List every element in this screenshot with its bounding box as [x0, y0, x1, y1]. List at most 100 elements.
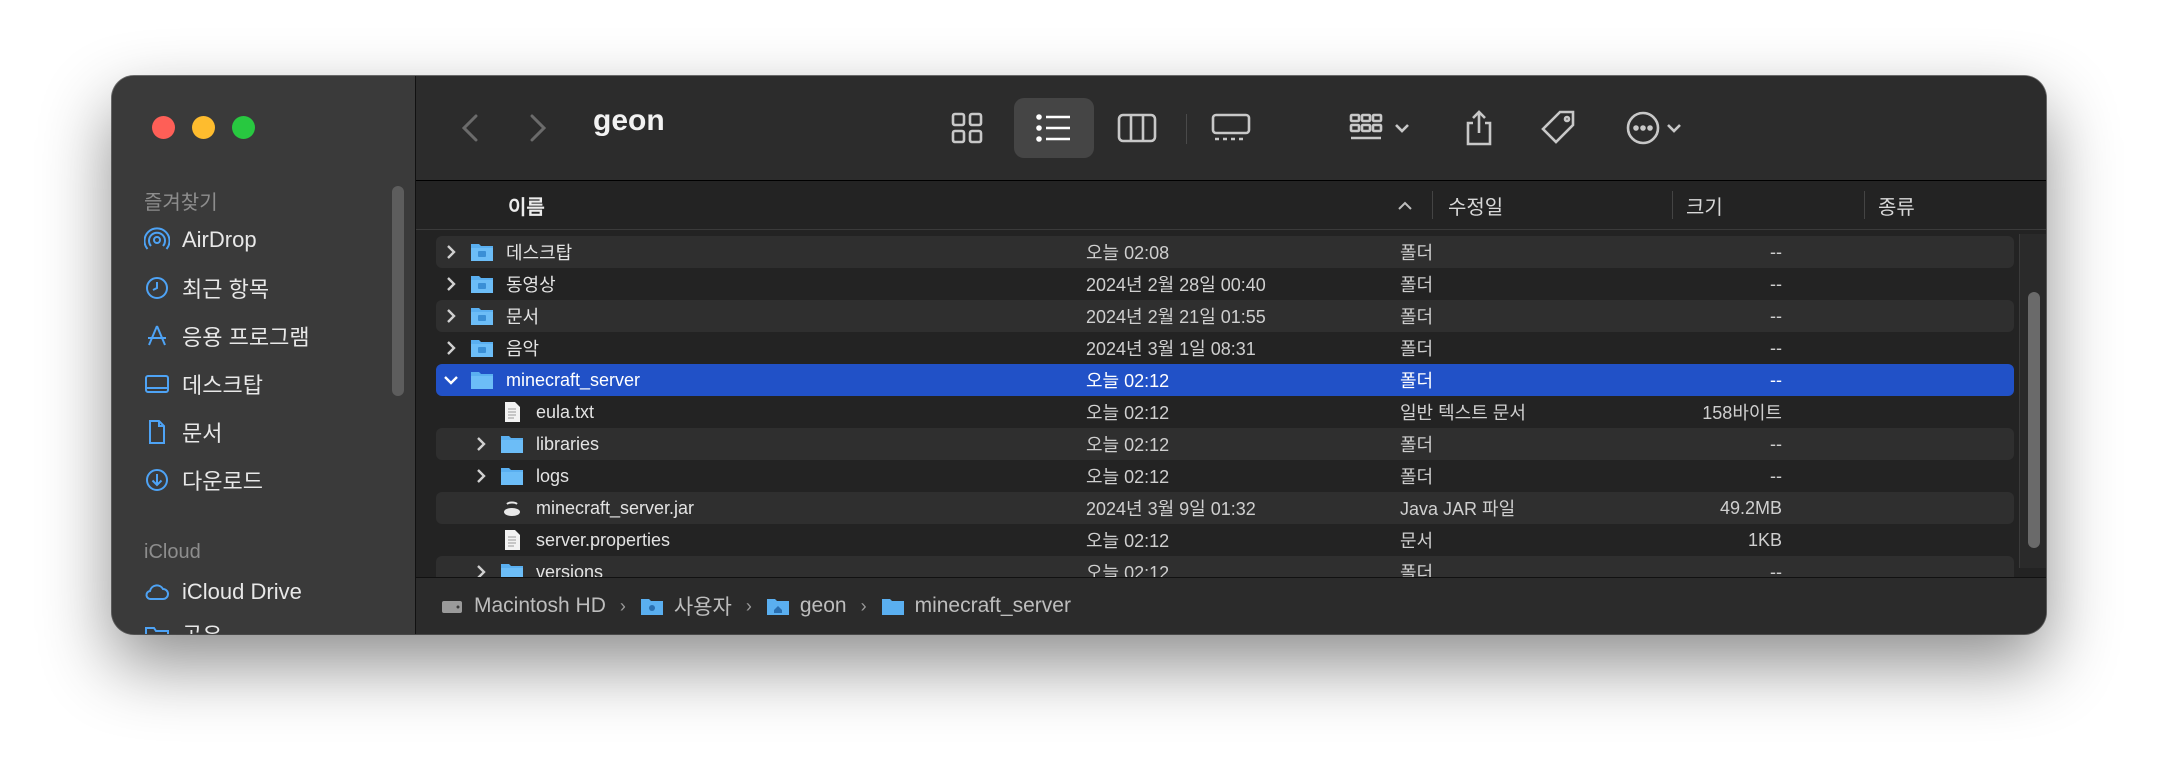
window-controls [152, 116, 255, 139]
table-row[interactable]: libraries 오늘 02:12 -- 폴더 [436, 428, 2014, 460]
date-cell: 오늘 02:12 [1086, 531, 1170, 551]
more-actions-button[interactable] [1616, 98, 1692, 158]
sidebar-item-label: 문서 [182, 421, 223, 446]
sidebar-item-downloads[interactable]: 다운로드 [144, 462, 263, 498]
disclosure-right-icon[interactable] [470, 465, 492, 487]
gallery-view-button[interactable] [1200, 98, 1262, 158]
date-cell: 오늘 02:08 [1086, 243, 1170, 263]
name-cell: server.properties [470, 524, 670, 556]
table-row[interactable]: logs 오늘 02:12 -- 폴더 [436, 460, 2014, 492]
date-cell: 오늘 02:12 [1086, 467, 1170, 487]
sidebar-item-label: 데스크탑 [182, 373, 263, 398]
column-header-size[interactable]: 크기 [1686, 181, 1723, 229]
name-cell: minecraft_server [440, 364, 640, 396]
column-header-name[interactable]: 이름 [508, 181, 545, 229]
kind-cell: 문서 [1400, 531, 1434, 551]
document-icon [149, 420, 165, 444]
disclosure-right-icon[interactable] [470, 433, 492, 455]
chevron-left-icon [461, 114, 478, 142]
close-button[interactable] [152, 116, 175, 139]
columns-icon [1117, 113, 1157, 143]
size-cell: -- [1770, 305, 1782, 326]
path-item-current[interactable]: minecraft_server [881, 594, 1071, 618]
table-row[interactable]: 동영상 2024년 2월 28일 00:40 -- 폴더 [436, 268, 2014, 300]
home-folder-icon [766, 599, 789, 615]
cloud-icon [145, 584, 169, 600]
kind-cell: 폴더 [1400, 467, 1434, 487]
tag-button[interactable] [1532, 98, 1586, 158]
window-title: geon [593, 104, 665, 137]
sidebar-item-documents[interactable]: 문서 [144, 414, 222, 450]
table-row[interactable]: eula.txt 오늘 02:12 158바이트 일반 텍스트 문서 [436, 396, 2014, 428]
kind-cell: 폴더 [1400, 339, 1434, 359]
folder-icon [500, 465, 524, 487]
table-row[interactable]: 음악 2024년 3월 1일 08:31 -- 폴더 [436, 332, 2014, 364]
file-name: 음악 [506, 339, 540, 359]
file-name: minecraft_server.jar [536, 497, 695, 518]
back-button[interactable] [454, 108, 490, 148]
text-file-icon [500, 529, 524, 551]
file-name: minecraft_server [506, 369, 641, 390]
list-view-button[interactable] [1014, 98, 1094, 158]
path-item-home[interactable]: geon [766, 594, 847, 618]
size-cell: -- [1770, 241, 1782, 262]
name-cell: libraries [470, 428, 599, 460]
minimize-button[interactable] [192, 116, 215, 139]
disclosure-right-icon[interactable] [440, 273, 462, 295]
column-divider[interactable] [1432, 191, 1433, 219]
text-file-icon [500, 401, 524, 423]
column-view-button[interactable] [1106, 98, 1168, 158]
chevron-down-icon [1395, 124, 1409, 133]
chevron-down-icon [1667, 124, 1681, 133]
column-header-kind[interactable]: 종류 [1878, 181, 1915, 229]
disclosure-down-icon[interactable] [440, 369, 462, 391]
disclosure-right-icon[interactable] [440, 241, 462, 263]
airdrop-icon [144, 227, 170, 250]
table-row[interactable]: minecraft_server.jar 2024년 3월 9일 01:32 49.… [436, 492, 2014, 524]
sidebar-item-label: AirDrop [182, 227, 257, 252]
toolbar: geon [416, 76, 2046, 181]
column-header-date[interactable]: 수정일 [1448, 181, 1503, 229]
zoom-button[interactable] [232, 116, 255, 139]
share-button[interactable] [1452, 98, 1506, 158]
date-cell: 2024년 3월 1일 08:31 [1086, 339, 1256, 359]
share-icon [1466, 110, 1492, 146]
file-name: logs [536, 465, 570, 486]
sidebar-item-applications[interactable]: 응용 프로그램 [144, 318, 310, 354]
name-cell: logs [470, 460, 569, 492]
grid-icon [951, 112, 983, 144]
table-row[interactable]: 문서 2024년 2월 21일 01:55 -- 폴더 [436, 300, 2014, 332]
table-row[interactable]: 데스크탑 오늘 02:08 -- 폴더 [436, 236, 2014, 268]
group-by-button[interactable] [1342, 98, 1418, 158]
path-item-macintosh-hd[interactable]: Macintosh HD [440, 594, 606, 618]
download-icon [146, 469, 168, 491]
forward-button[interactable] [518, 108, 554, 148]
column-divider[interactable] [1672, 191, 1673, 219]
file-name: server.properties [536, 529, 671, 550]
path-item-users[interactable]: 사용자 [640, 591, 732, 621]
table-row[interactable]: minecraft_server 오늘 02:12 -- 폴더 [436, 364, 2014, 396]
disclosure-right-icon[interactable] [440, 305, 462, 327]
sort-ascending-icon[interactable] [1396, 181, 1416, 229]
users-folder-icon [640, 599, 663, 615]
folder-music-icon [470, 337, 494, 359]
list-scrollbar-thumb[interactable] [2028, 292, 2040, 548]
sidebar-item-label: 최근 항목 [182, 277, 270, 302]
sidebar-item-desktop[interactable]: 데스크탑 [144, 366, 263, 402]
file-name: eula.txt [536, 401, 595, 422]
table-row[interactable]: server.properties 오늘 02:12 1KB 문서 [436, 524, 2014, 556]
sidebar-item-airdrop[interactable]: AirDrop [144, 222, 257, 258]
sidebar-item-recents[interactable]: 최근 항목 [144, 270, 269, 306]
desktop-icon [145, 375, 169, 393]
gallery-icon [1211, 113, 1251, 141]
disclosure-right-icon[interactable] [440, 337, 462, 359]
size-cell: -- [1770, 369, 1782, 390]
sidebar-item-icloud-drive[interactable]: iCloud Drive [144, 574, 302, 610]
sidebar-item-shared[interactable]: 공유 [144, 616, 222, 634]
icon-view-button[interactable] [936, 98, 998, 158]
kind-cell: 일반 텍스트 문서 [1400, 403, 1526, 423]
name-cell: eula.txt [470, 396, 594, 428]
column-divider[interactable] [1864, 191, 1865, 219]
date-cell: 오늘 02:12 [1086, 435, 1170, 455]
sidebar-scrollbar[interactable] [392, 186, 404, 396]
